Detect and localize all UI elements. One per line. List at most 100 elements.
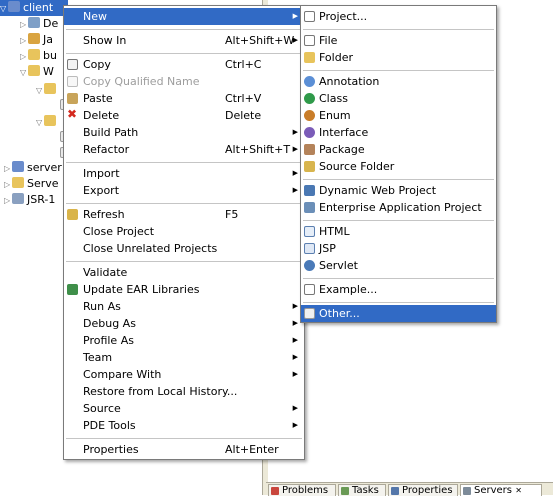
menu-item-import[interactable]: Import ▶	[64, 165, 304, 182]
tree-item-webcontent[interactable]: ▽ W	[20, 64, 54, 80]
tab-tasks[interactable]: Tasks	[338, 484, 386, 496]
tasks-icon	[341, 487, 349, 495]
tree-item-label: Ja	[43, 33, 53, 46]
tree-item-java[interactable]: ▷ Ja	[20, 32, 53, 48]
twisty-icon[interactable]: ▽	[0, 1, 8, 17]
menu-item-refactor[interactable]: Refactor Alt+Shift+T ▶	[64, 141, 304, 158]
folder-icon	[304, 52, 315, 63]
refresh-icon	[67, 209, 78, 220]
twisty-icon[interactable]: ▷	[20, 17, 28, 33]
submenu-arrow-icon: ▶	[292, 36, 298, 44]
menu-item-refresh[interactable]: Refresh F5	[64, 206, 304, 223]
submenu-arrow-icon: ▶	[292, 404, 298, 412]
menu-separator	[303, 278, 494, 279]
menu-item-new-enterprise-application-project[interactable]: Enterprise Application Project	[301, 199, 496, 216]
servers-icon	[463, 487, 471, 495]
new-submenu: Project... File Folder Annotation Class …	[300, 5, 497, 323]
tree-item-label: JSR-1	[27, 193, 56, 206]
jsp-file-icon	[304, 243, 315, 254]
twisty-icon[interactable]: ▷	[4, 161, 12, 177]
menu-item-new-folder[interactable]: Folder	[301, 49, 496, 66]
menu-item-paste[interactable]: Paste Ctrl+V	[64, 90, 304, 107]
menu-item-new-example[interactable]: Example...	[301, 281, 496, 298]
menu-item-new-servlet[interactable]: Servlet	[301, 257, 496, 274]
tree-item-servers-folder[interactable]: ▷ Serve	[4, 176, 59, 192]
menu-item-new-class[interactable]: Class	[301, 90, 496, 107]
menu-item-new-project[interactable]: Project...	[301, 8, 496, 25]
tab-servers[interactable]: Servers ✕	[460, 484, 542, 496]
submenu-arrow-icon: ▶	[292, 421, 298, 429]
ear-libraries-icon	[67, 284, 78, 295]
copy-icon	[67, 59, 78, 70]
menu-item-close-unrelated-projects[interactable]: Close Unrelated Projects	[64, 240, 304, 257]
tree-item-label: W	[43, 65, 54, 78]
menu-item-new[interactable]: New ▶	[64, 8, 304, 25]
menu-item-export[interactable]: Export ▶	[64, 182, 304, 199]
tab-properties[interactable]: Properties	[388, 484, 458, 496]
menu-item-debug-as[interactable]: Debug As ▶	[64, 315, 304, 332]
problems-icon	[271, 487, 279, 495]
twisty-icon[interactable]: ▷	[20, 33, 28, 49]
web-project-icon	[304, 185, 315, 196]
submenu-arrow-icon: ▶	[292, 186, 298, 194]
tree-item-client[interactable]: ▽ client	[0, 0, 68, 16]
tab-problems[interactable]: Problems	[268, 484, 336, 496]
menu-item-restore-from-local-history[interactable]: Restore from Local History...	[64, 383, 304, 400]
tree-item-deployment[interactable]: ▷ De	[20, 16, 58, 32]
annotation-icon	[304, 76, 315, 87]
menu-item-validate[interactable]: Validate	[64, 264, 304, 281]
menu-item-properties[interactable]: Properties Alt+Enter	[64, 441, 304, 458]
menu-item-new-interface[interactable]: Interface	[301, 124, 496, 141]
menu-item-new-jsp[interactable]: JSP	[301, 240, 496, 257]
menu-item-build-path[interactable]: Build Path ▶	[64, 124, 304, 141]
project-icon	[8, 1, 20, 12]
menu-separator	[303, 29, 494, 30]
menu-item-show-in[interactable]: Show In Alt+Shift+W ▶	[64, 32, 304, 49]
submenu-arrow-icon: ▶	[292, 12, 298, 20]
twisty-icon[interactable]: ▽	[36, 115, 44, 131]
menu-item-update-ear-libraries[interactable]: Update EAR Libraries	[64, 281, 304, 298]
menu-item-copy[interactable]: Copy Ctrl+C	[64, 56, 304, 73]
menu-item-source[interactable]: Source ▶	[64, 400, 304, 417]
menu-item-team[interactable]: Team ▶	[64, 349, 304, 366]
folder-icon	[12, 177, 24, 188]
descriptor-icon	[28, 17, 40, 28]
twisty-icon[interactable]: ▷	[4, 193, 12, 209]
example-icon	[304, 284, 315, 295]
menu-separator	[66, 203, 302, 204]
menu-item-close-project[interactable]: Close Project	[64, 223, 304, 240]
menu-item-new-html[interactable]: HTML	[301, 223, 496, 240]
menu-item-copy-qualified-name[interactable]: Copy Qualified Name	[64, 73, 304, 90]
tree-item-build[interactable]: ▷ bu	[20, 48, 57, 64]
java-resources-icon	[28, 33, 40, 44]
properties-icon	[391, 487, 399, 495]
menu-item-new-enum[interactable]: Enum	[301, 107, 496, 124]
menu-item-new-other[interactable]: Other...	[301, 305, 496, 322]
tree-item-label: De	[43, 17, 59, 30]
twisty-icon[interactable]: ▽	[20, 65, 28, 81]
menu-item-new-file[interactable]: File	[301, 32, 496, 49]
tree-item-subfolder[interactable]: ▽	[36, 114, 59, 130]
tree-item-label: server	[27, 161, 62, 174]
menu-item-pde-tools[interactable]: PDE Tools ▶	[64, 417, 304, 434]
menu-item-new-source-folder[interactable]: Source Folder	[301, 158, 496, 175]
twisty-icon[interactable]: ▷	[4, 177, 12, 193]
tree-item-jsr[interactable]: ▷ JSR-1	[4, 192, 55, 208]
menu-item-new-dynamic-web-project[interactable]: Dynamic Web Project	[301, 182, 496, 199]
menu-item-new-package[interactable]: Package	[301, 141, 496, 158]
menu-item-run-as[interactable]: Run As ▶	[64, 298, 304, 315]
source-folder-icon	[304, 161, 315, 172]
menu-separator	[66, 261, 302, 262]
menu-item-new-annotation[interactable]: Annotation	[301, 73, 496, 90]
twisty-icon[interactable]: ▷	[20, 49, 28, 65]
submenu-arrow-icon: ▶	[292, 169, 298, 177]
file-icon	[304, 35, 315, 46]
tree-item-subfolder[interactable]: ▽	[36, 82, 59, 98]
menu-item-compare-with[interactable]: Compare With ▶	[64, 366, 304, 383]
menu-item-delete[interactable]: ✖ Delete Delete	[64, 107, 304, 124]
tree-item-servers-project[interactable]: ▷ server	[4, 160, 62, 176]
tree-item-label: Serve	[27, 177, 59, 190]
menu-item-profile-as[interactable]: Profile As ▶	[64, 332, 304, 349]
twisty-icon[interactable]: ▽	[36, 83, 44, 99]
close-icon[interactable]: ✕	[515, 486, 522, 495]
